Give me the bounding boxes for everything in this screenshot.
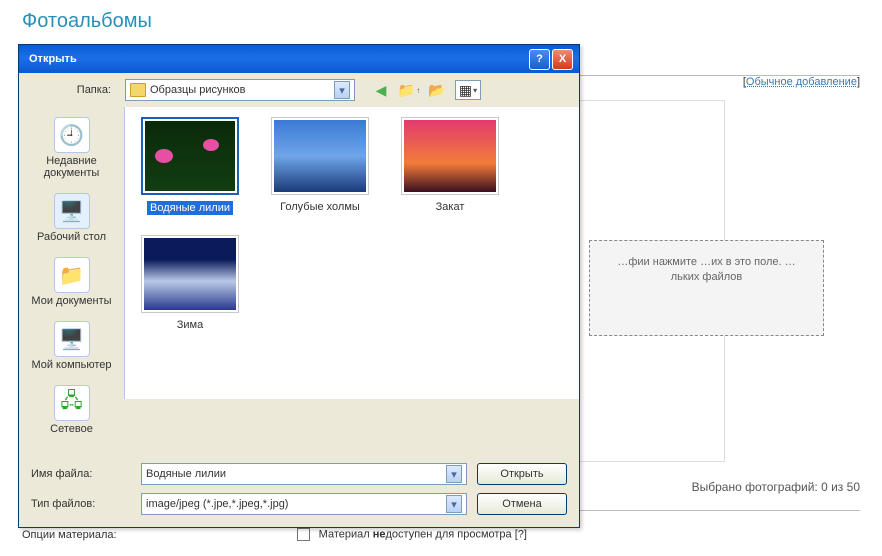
place-documents-label: Мои документы — [21, 295, 122, 307]
unavailable-checkbox[interactable] — [297, 528, 310, 541]
thumbnail-image — [141, 117, 239, 195]
open-file-dialog: Открыть ? X Папка: Образцы рисунков ▾ ◀ … — [18, 44, 580, 528]
thumbnail-image — [141, 235, 239, 313]
desktop-icon: 🖥️ — [54, 193, 90, 229]
unavailable-option: Материал недоступен для просмотра [?] — [297, 528, 527, 541]
folder-select[interactable]: Образцы рисунков ▾ — [125, 79, 355, 101]
network-icon: 🖧 — [54, 385, 90, 421]
folder-select-value: Образцы рисунков — [150, 84, 246, 96]
photo-counter: Выбрано фотографий: 0 из 50 — [692, 480, 860, 494]
file-thumb[interactable]: Зима — [135, 235, 245, 331]
filetype-select[interactable]: image/jpeg (*.jpe,*.jpeg,*.jpg) ▾ — [141, 493, 467, 515]
thumbnail-label: Водяные лилии — [147, 201, 233, 215]
cancel-button[interactable]: Отмена — [477, 493, 567, 515]
places-bar: 🕘 Недавние документы 🖥️ Рабочий стол 📁 М… — [19, 107, 124, 455]
dialog-title: Открыть — [25, 53, 527, 65]
chevron-down-icon[interactable]: ▾ — [446, 495, 462, 513]
chevron-down-icon[interactable]: ▾ — [446, 465, 462, 483]
filetype-label: Тип файлов: — [31, 498, 131, 510]
options-label: Опции материала: — [22, 529, 117, 541]
open-button[interactable]: Открыть — [477, 463, 567, 485]
help-icon[interactable]: ? — [518, 528, 524, 540]
normal-add-link[interactable]: [Обычное добавление] — [743, 76, 860, 88]
filename-label: Имя файла: — [31, 468, 131, 480]
titlebar-help-button[interactable]: ? — [529, 49, 550, 70]
place-desktop-label: Рабочий стол — [21, 231, 122, 243]
file-thumb[interactable]: Водяные лилии — [135, 117, 245, 215]
options-row: Опции материала: Материал недоступен для… — [22, 528, 527, 541]
file-thumb[interactable]: Голубые холмы — [265, 117, 375, 215]
back-icon[interactable]: ◀ — [371, 80, 391, 100]
dialog-bottom: Имя файла: Водяные лилии ▾ Открыть Тип ф… — [19, 455, 579, 527]
unavailable-t2: доступен для просмотра [ — [386, 528, 518, 540]
filename-input[interactable]: Водяные лилии ▾ — [141, 463, 467, 485]
normal-add-link-text: Обычное добавление — [746, 76, 857, 88]
chevron-down-icon[interactable]: ▾ — [334, 81, 350, 99]
thumbnail-image — [271, 117, 369, 195]
folder-icon — [130, 83, 146, 97]
dialog-toolbar: Папка: Образцы рисунков ▾ ◀ 📁↑ 📂 ▦▾ — [19, 73, 579, 107]
file-thumb[interactable]: Закат — [395, 117, 505, 215]
nav-icons: ◀ 📁↑ 📂 ▦▾ — [371, 80, 481, 100]
page-title: Фотоальбомы — [0, 0, 882, 37]
dropzone[interactable]: …фии нажмите …их в это поле. …льких файл… — [589, 240, 824, 336]
documents-icon: 📁 — [54, 257, 90, 293]
thumbnail-image — [401, 117, 499, 195]
file-pane[interactable]: Водяные лилии Голубые холмы Закат Зима — [124, 107, 579, 399]
unavailable-t1: Материал — [319, 528, 373, 540]
place-documents[interactable]: 📁 Мои документы — [21, 257, 122, 307]
place-my-computer-label: Мой компьютер — [21, 359, 122, 371]
new-folder-icon[interactable]: 📂 — [427, 80, 447, 100]
thumbnail-label: Зима — [177, 319, 203, 331]
titlebar-close-button[interactable]: X — [552, 49, 573, 70]
filename-value: Водяные лилии — [146, 468, 226, 480]
place-network-label: Сетевое — [21, 423, 122, 435]
unavailable-bold: не — [373, 528, 386, 540]
dialog-titlebar[interactable]: Открыть ? X — [19, 45, 579, 73]
up-folder-icon[interactable]: 📁↑ — [399, 80, 419, 100]
view-menu-icon[interactable]: ▦▾ — [455, 80, 481, 100]
place-recent[interactable]: 🕘 Недавние документы — [21, 117, 122, 179]
recent-icon: 🕘 — [54, 117, 90, 153]
place-desktop[interactable]: 🖥️ Рабочий стол — [21, 193, 122, 243]
thumbnail-label: Голубые холмы — [280, 201, 360, 213]
dialog-body: 🕘 Недавние документы 🖥️ Рабочий стол 📁 М… — [19, 107, 579, 455]
my-computer-icon: 🖥️ — [54, 321, 90, 357]
thumbnail-label: Закат — [436, 201, 465, 213]
filetype-value: image/jpeg (*.jpe,*.jpeg,*.jpg) — [146, 498, 288, 510]
place-network[interactable]: 🖧 Сетевое — [21, 385, 122, 435]
place-my-computer[interactable]: 🖥️ Мой компьютер — [21, 321, 122, 371]
folder-label: Папка: — [29, 84, 119, 96]
place-recent-label: Недавние документы — [21, 155, 122, 179]
